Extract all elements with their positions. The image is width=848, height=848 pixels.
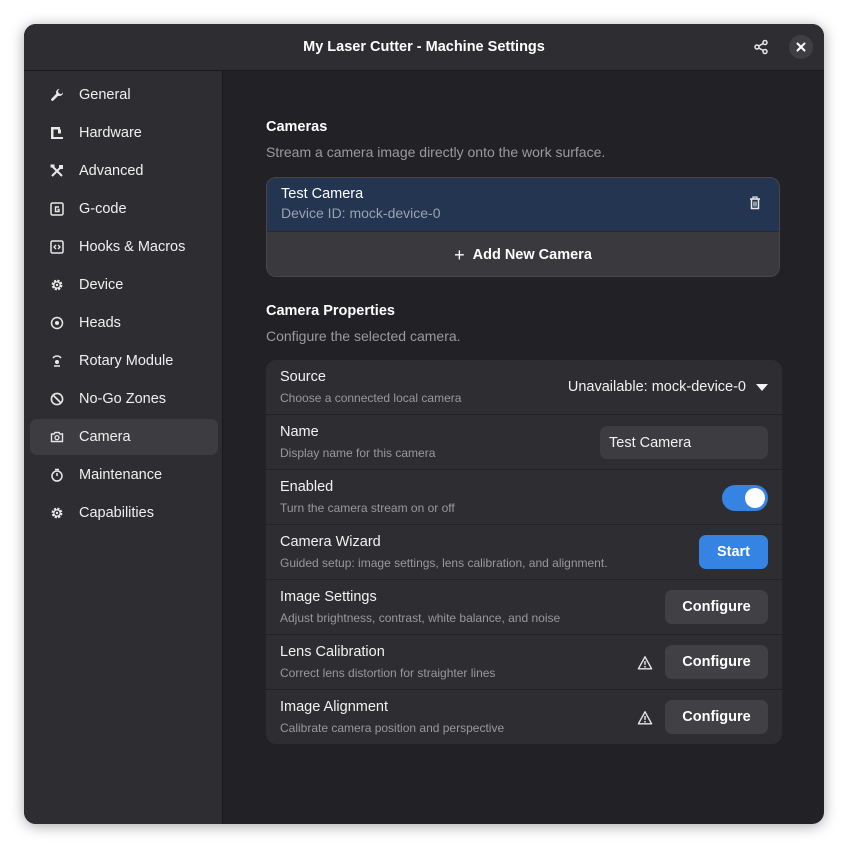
main-content: Cameras Stream a camera image directly o… <box>223 71 824 824</box>
add-camera-label: Add New Camera <box>472 247 592 263</box>
enabled-desc: Turn the camera stream on or off <box>280 501 455 515</box>
share-icon <box>754 39 768 55</box>
toggle-knob <box>745 488 765 508</box>
gear-icon <box>49 277 65 293</box>
sidebar-item-label: Hardware <box>79 125 142 141</box>
sidebar: General Hardware Advanced G-code Hooks &… <box>24 71 223 824</box>
camera-list-item[interactable]: Test Camera Device ID: mock-device-0 <box>267 178 779 232</box>
image-alignment-row: Image Alignment Calibrate camera positio… <box>266 690 782 744</box>
sidebar-item-label: No-Go Zones <box>79 391 167 407</box>
chevron-down-icon <box>756 383 768 391</box>
enabled-row: Enabled Turn the camera stream on or off <box>266 470 782 525</box>
source-row: Source Choose a connected local camera U… <box>266 360 782 415</box>
tools-icon <box>49 163 65 179</box>
lens-calibration-row: Lens Calibration Correct lens distortion… <box>266 635 782 690</box>
settings-window: My Laser Cutter - Machine Settings Gener… <box>24 24 824 824</box>
window-title: My Laser Cutter - Machine Settings <box>303 39 545 55</box>
sidebar-item-advanced[interactable]: Advanced <box>30 153 218 189</box>
name-row: Name Display name for this camera <box>266 415 782 470</box>
camera-wizard-label: Camera Wizard <box>280 534 381 550</box>
camera-device-id: Device ID: mock-device-0 <box>281 205 441 221</box>
lens-calibration-desc: Correct lens distortion for straighter l… <box>280 666 496 680</box>
camera-name: Test Camera <box>281 186 364 202</box>
prohibited-icon <box>49 391 65 407</box>
sidebar-item-gcode[interactable]: G-code <box>30 191 218 227</box>
stopwatch-icon <box>49 467 65 483</box>
close-icon <box>796 42 806 52</box>
sidebar-item-label: General <box>79 87 131 103</box>
share-button[interactable] <box>749 35 773 59</box>
laser-icon <box>49 125 65 141</box>
wrench-icon <box>49 87 65 103</box>
gcode-icon <box>49 201 65 217</box>
sidebar-item-label: Rotary Module <box>79 353 174 369</box>
enabled-toggle[interactable] <box>722 485 768 511</box>
sidebar-item-label: G-code <box>79 201 127 217</box>
target-icon <box>49 315 65 331</box>
sidebar-item-hardware[interactable]: Hardware <box>30 115 218 151</box>
warning-icon <box>637 711 653 725</box>
image-alignment-desc: Calibrate camera position and perspectiv… <box>280 721 505 735</box>
sidebar-item-label: Hooks & Macros <box>79 239 186 255</box>
source-dropdown[interactable]: Unavailable: mock-device-0 <box>568 376 768 398</box>
sidebar-item-label: Camera <box>79 429 131 445</box>
camera-icon <box>49 429 65 445</box>
sidebar-item-label: Maintenance <box>79 467 163 483</box>
image-settings-label: Image Settings <box>280 589 377 605</box>
camera-properties-title: Camera Properties <box>266 303 395 319</box>
sidebar-item-no-go-zones[interactable]: No-Go Zones <box>30 381 218 417</box>
add-camera-button[interactable]: + Add New Camera <box>267 232 779 276</box>
camera-wizard-row: Camera Wizard Guided setup: image settin… <box>266 525 782 580</box>
rotary-icon <box>49 353 65 369</box>
image-settings-desc: Adjust brightness, contrast, white balan… <box>280 611 561 625</box>
close-button[interactable] <box>789 35 813 59</box>
gear-icon <box>49 505 65 521</box>
sidebar-item-general[interactable]: General <box>30 77 218 113</box>
source-label: Source <box>280 369 326 385</box>
sidebar-item-capabilities[interactable]: Capabilities <box>30 495 218 531</box>
sidebar-item-heads[interactable]: Heads <box>30 305 218 341</box>
lens-calibration-label: Lens Calibration <box>280 644 385 660</box>
source-desc: Choose a connected local camera <box>280 391 462 405</box>
title-bar: My Laser Cutter - Machine Settings <box>24 24 824 71</box>
sidebar-item-rotary-module[interactable]: Rotary Module <box>30 343 218 379</box>
sidebar-item-label: Heads <box>79 315 121 331</box>
camera-properties-subtitle: Configure the selected camera. <box>266 328 461 344</box>
cameras-subtitle: Stream a camera image directly onto the … <box>266 144 606 160</box>
trash-icon[interactable] <box>747 195 763 211</box>
cameras-title: Cameras <box>266 119 328 135</box>
lens-calibration-configure-button[interactable]: Configure <box>665 645 768 679</box>
enabled-label: Enabled <box>280 479 334 495</box>
sidebar-item-device[interactable]: Device <box>30 267 218 303</box>
start-button[interactable]: Start <box>699 535 768 569</box>
image-settings-row: Image Settings Adjust brightness, contra… <box>266 580 782 635</box>
name-label: Name <box>280 424 319 440</box>
sidebar-item-maintenance[interactable]: Maintenance <box>30 457 218 493</box>
sidebar-item-hooks-macros[interactable]: Hooks & Macros <box>30 229 218 265</box>
sidebar-item-camera[interactable]: Camera <box>30 419 218 455</box>
source-value: Unavailable: mock-device-0 <box>567 379 746 395</box>
plus-icon: + <box>454 245 465 265</box>
image-alignment-configure-button[interactable]: Configure <box>665 700 768 734</box>
sidebar-item-label: Advanced <box>79 163 144 179</box>
image-settings-configure-button[interactable]: Configure <box>665 590 768 624</box>
camera-list: Test Camera Device ID: mock-device-0 + A… <box>266 177 780 277</box>
sidebar-item-label: Capabilities <box>79 505 154 521</box>
camera-name-field[interactable] <box>600 426 768 459</box>
sidebar-item-label: Device <box>79 277 124 293</box>
name-desc: Display name for this camera <box>280 446 436 460</box>
image-alignment-label: Image Alignment <box>280 699 389 715</box>
camera-wizard-desc: Guided setup: image settings, lens calib… <box>280 556 608 570</box>
warning-icon <box>637 656 653 670</box>
code-icon <box>49 239 65 255</box>
camera-properties-list: Source Choose a connected local camera U… <box>266 360 782 744</box>
